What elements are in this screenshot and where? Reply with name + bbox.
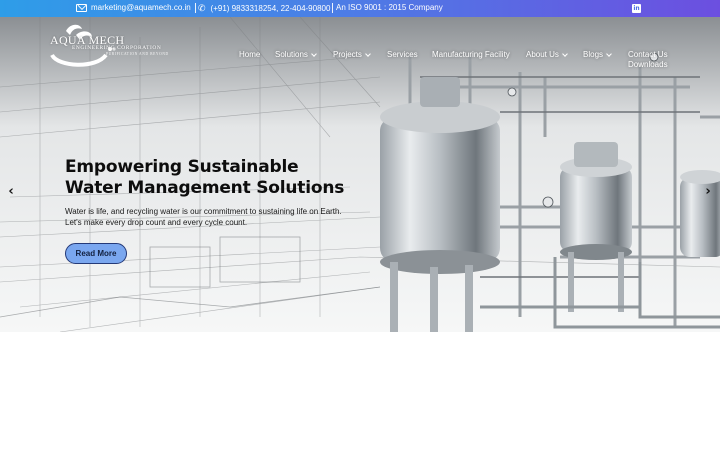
nav-label: Home bbox=[239, 50, 261, 59]
headline-line-2: Water Management Solutions bbox=[65, 178, 345, 198]
chevron-down-icon bbox=[365, 50, 371, 57]
nav-downloads[interactable]: Downloads bbox=[628, 60, 668, 69]
top-contact-bar: marketing@aquamech.co.in ✆ (+91) 9833318… bbox=[0, 0, 720, 17]
nav-label: Projects bbox=[333, 50, 362, 59]
email-text: marketing@aquamech.co.in bbox=[91, 3, 191, 12]
nav-label: Blogs bbox=[583, 50, 604, 59]
headline-line-1: Empowering Sustainable bbox=[65, 157, 299, 177]
certification: An ISO 9001 : 2015 Company bbox=[336, 3, 443, 12]
nav-about-us[interactable]: About Us bbox=[526, 50, 568, 59]
nav-solutions[interactable]: Solutions bbox=[275, 50, 317, 59]
nav-contact-us[interactable]: Contact Us bbox=[628, 50, 668, 59]
hero-slider: AQUA MECH ENGINEERING CORPORATION PURIFI… bbox=[0, 17, 720, 332]
hero-subtext: Water is life, and recycling water is ou… bbox=[65, 207, 342, 227]
nav-home[interactable]: Home bbox=[239, 50, 260, 59]
certification-text: An ISO 9001 : 2015 Company bbox=[336, 3, 443, 12]
phone-text: (+91) 9833318254, 22-404-90800 bbox=[210, 4, 331, 13]
email-link[interactable]: marketing@aquamech.co.in bbox=[76, 3, 191, 12]
nav-label: Services bbox=[387, 50, 418, 59]
hero-headline: Empowering Sustainable Water Management … bbox=[65, 157, 365, 199]
mail-icon bbox=[76, 3, 87, 12]
chevron-down-icon bbox=[606, 50, 612, 57]
nav-projects[interactable]: Projects bbox=[333, 50, 371, 59]
nav-services[interactable]: Services bbox=[387, 50, 418, 59]
read-more-button[interactable]: Read More bbox=[65, 243, 127, 264]
nav-label: Manufacturing Facility bbox=[432, 50, 510, 59]
divider bbox=[195, 3, 196, 13]
phone-icon: ✆ bbox=[198, 3, 206, 13]
slider-next-arrow-icon[interactable]: › bbox=[701, 185, 715, 199]
nav-blogs[interactable]: Blogs bbox=[583, 50, 612, 59]
phone-link[interactable]: ✆ (+91) 9833318254, 22-404-90800 bbox=[198, 3, 330, 14]
nav-label: Solutions bbox=[275, 50, 308, 59]
linkedin-icon[interactable]: in bbox=[632, 4, 641, 13]
slider-prev-arrow-icon[interactable]: ‹ bbox=[4, 185, 18, 199]
nav-label: About Us bbox=[526, 50, 559, 59]
nav-label: Contact Us bbox=[628, 50, 668, 59]
divider bbox=[332, 3, 333, 13]
chevron-down-icon bbox=[562, 50, 568, 57]
main-navigation: Home Solutions Projects Services Manufac… bbox=[0, 50, 720, 69]
nav-label: Downloads bbox=[628, 60, 668, 69]
nav-manufacturing-facility[interactable]: Manufacturing Facility bbox=[432, 50, 510, 59]
chevron-down-icon bbox=[311, 50, 317, 57]
